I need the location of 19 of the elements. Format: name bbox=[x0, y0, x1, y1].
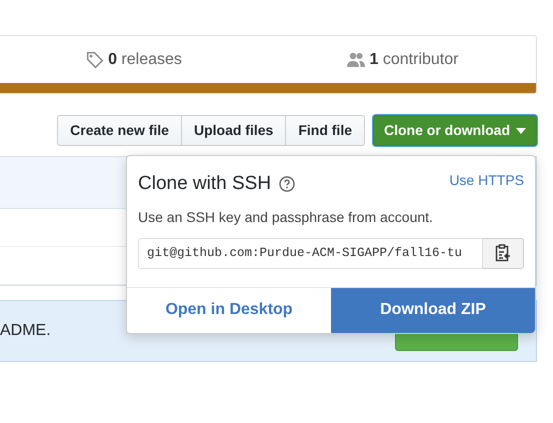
stat-label[interactable]: 0 releases bbox=[108, 48, 182, 72]
file-button[interactable]: Upload files bbox=[182, 115, 286, 146]
file-button[interactable]: Create new file bbox=[57, 115, 182, 146]
clone-url-field[interactable]: git@github.com:Purdue-ACM-SIGAPP/fall16-tu bbox=[138, 238, 483, 268]
copy-button[interactable] bbox=[483, 238, 524, 268]
popover-description: Use an SSH key and passphrase from account. bbox=[138, 208, 434, 227]
help-icon[interactable] bbox=[279, 176, 296, 192]
file-button[interactable]: Find file bbox=[286, 115, 365, 146]
use-https-link[interactable]: Use HTTPS bbox=[449, 170, 524, 191]
clone-button[interactable]: Clone or download bbox=[373, 115, 537, 146]
people-icon bbox=[346, 52, 366, 68]
clipboard-icon bbox=[495, 244, 511, 262]
popover-title: Clone with SSH bbox=[138, 172, 272, 196]
tag-icon bbox=[86, 50, 104, 68]
open-in-desktop-link[interactable]: Open in Desktop bbox=[127, 288, 331, 332]
download-zip-button[interactable]: Download ZIP bbox=[331, 288, 535, 332]
caret-icon bbox=[516, 128, 526, 134]
banner-text: ADME. bbox=[0, 321, 51, 341]
stat-label[interactable]: 1 contributor bbox=[370, 48, 458, 72]
